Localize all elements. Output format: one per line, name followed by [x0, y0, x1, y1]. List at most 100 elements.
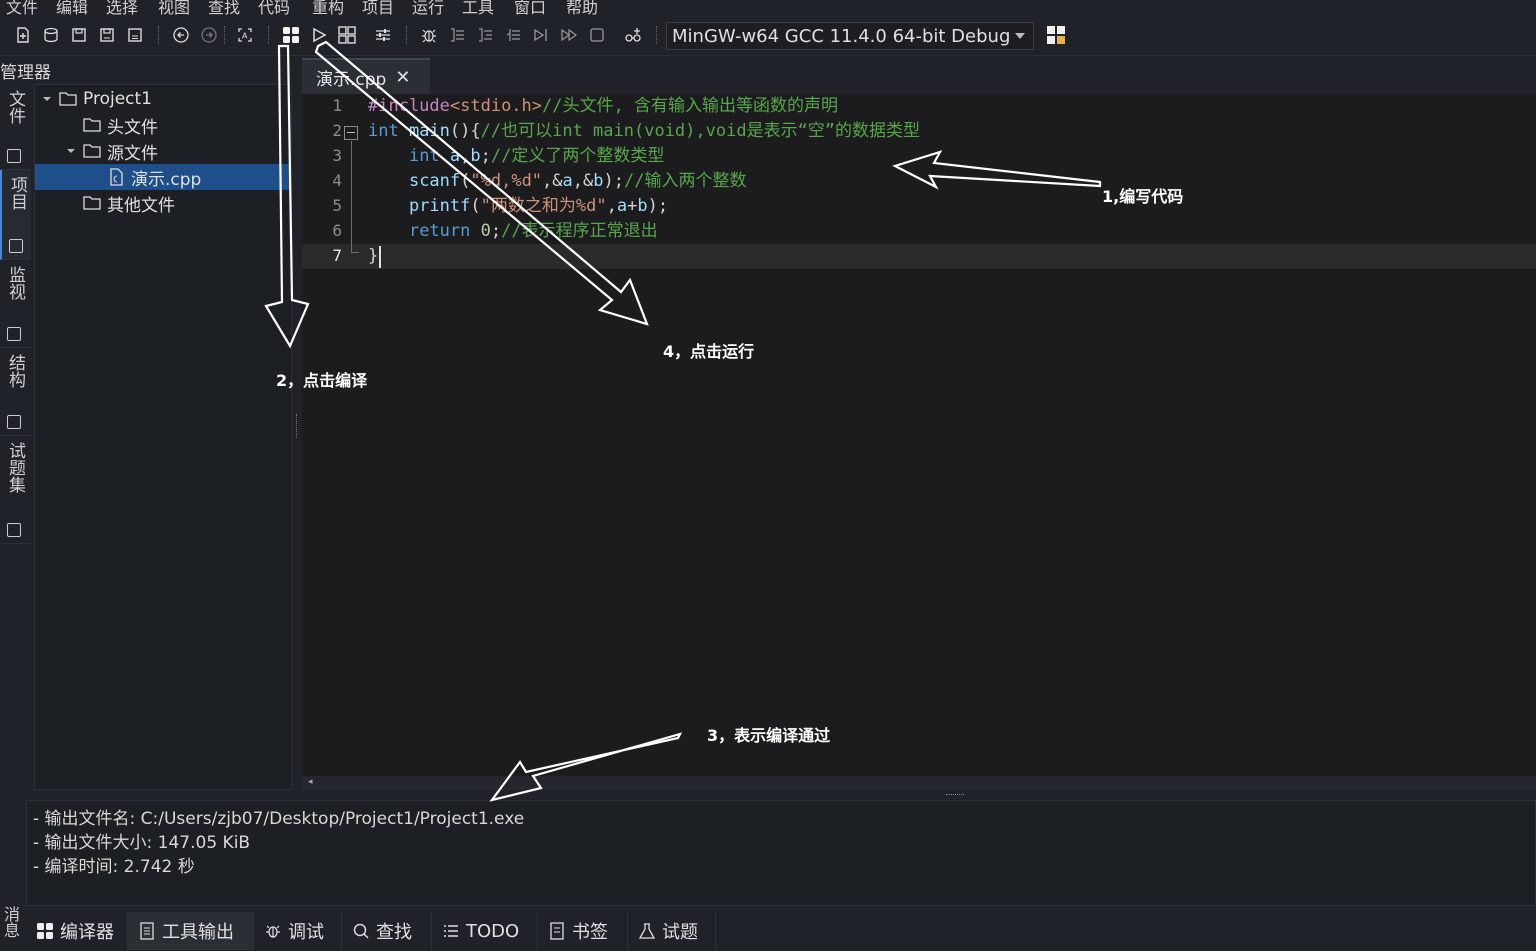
code-editor[interactable]: #include<stdio.h>//头文件, 含有输入输出等函数的声明 int …	[302, 94, 1536, 776]
tree-item-label: 其他文件	[107, 195, 175, 216]
zoom-icon[interactable]: A	[234, 24, 256, 46]
message-line: - 输出文件大小: 147.05 KiB	[33, 833, 251, 853]
menu-item-8[interactable]: 运行	[412, 0, 444, 16]
bottom-tab-search[interactable]: 查找	[342, 912, 432, 950]
bottom-tab-problem[interactable]: 试题	[628, 912, 716, 950]
chevron-down-icon	[1015, 33, 1025, 39]
toolbar-separator	[158, 26, 160, 44]
messages-splitter[interactable]	[946, 794, 964, 797]
bottom-tab-label: 工具输出	[162, 922, 234, 943]
step-out-icon[interactable]	[502, 24, 524, 46]
menu-item-0[interactable]: 文件	[6, 0, 38, 16]
watch-icon	[7, 327, 21, 341]
fold-guide-end	[351, 252, 359, 253]
menu-item-10[interactable]: 窗口	[514, 0, 546, 16]
code-line[interactable]: int a,b;//定义了两个整数类型	[368, 144, 664, 169]
folder-icon	[83, 194, 101, 212]
problem-icon	[638, 922, 656, 940]
bottom-tab-debug[interactable]: 调试	[254, 912, 342, 950]
tree-item-folder[interactable]: 其他文件	[35, 190, 291, 216]
side-tab-4[interactable]: 试题集	[0, 436, 31, 544]
compiler-select[interactable]: MinGW-w64 GCC 11.4.0 64-bit Debug	[666, 22, 1034, 50]
side-tab-2[interactable]: 监视	[0, 260, 31, 348]
code-line[interactable]: printf("两数之和为%d",a+b);	[368, 194, 668, 219]
editor-tab[interactable]: 演示.cpp ✕	[302, 58, 430, 94]
toolbar-separator	[406, 26, 408, 44]
chevron-down-icon[interactable]	[41, 93, 53, 105]
menu-item-2[interactable]: 选择	[106, 0, 138, 16]
forward-icon[interactable]	[198, 24, 220, 46]
tree-item-file[interactable]: 演示.cpp	[35, 164, 291, 190]
horizontal-scrollbar[interactable]: ◂	[302, 776, 1536, 790]
bottom-tab-tool-output[interactable]: 工具输出	[128, 912, 254, 950]
code-line[interactable]: #include<stdio.h>//头文件, 含有输入输出等函数的声明	[368, 94, 838, 119]
bottom-tab-label: 书签	[572, 922, 608, 943]
code-line[interactable]: int main(){//也可以int main(void),void是表示“空…	[368, 119, 920, 144]
editor-tab-label: 演示.cpp	[316, 69, 387, 90]
bottom-tab-compiler[interactable]: 编译器	[26, 912, 128, 950]
code-line[interactable]: return 0;//表示程序正常退出	[368, 219, 658, 244]
tree-item-folder[interactable]: 头文件	[35, 112, 291, 138]
add-watch-icon[interactable]	[622, 24, 644, 46]
line-number: 2	[332, 121, 342, 140]
toolbar: A MinGW-w64 GCC 11.4.0 64-bit Debug	[0, 16, 1536, 56]
bottom-tab-bookmark[interactable]: 书签	[538, 912, 628, 950]
compiler-options-icon[interactable]	[1045, 24, 1067, 46]
code-token: ,	[460, 146, 471, 166]
tree-item-folder[interactable]: 源文件	[35, 138, 291, 164]
chevron-down-icon[interactable]	[65, 145, 77, 157]
compile-icon[interactable]	[280, 24, 302, 46]
project-icon	[9, 239, 23, 253]
menu-item-3[interactable]: 视图	[158, 0, 190, 16]
toolbar-separator	[656, 26, 658, 44]
menu-item-11[interactable]: 帮助	[566, 0, 598, 16]
code-token: <stdio.h>	[449, 96, 543, 116]
side-tab-0[interactable]: 文件	[0, 84, 31, 170]
tree-item-project[interactable]: Project1	[35, 86, 291, 112]
options-icon[interactable]	[372, 24, 394, 46]
bottom-tab-label: 调试	[288, 922, 324, 943]
menu-item-1[interactable]: 编辑	[56, 0, 88, 16]
save-all-icon[interactable]	[96, 24, 118, 46]
line-number: 6	[332, 221, 342, 240]
panel-splitter[interactable]	[296, 414, 300, 438]
close-icon[interactable]: ✕	[395, 67, 410, 88]
message-line: - 编译时间: 2.742 秒	[33, 857, 195, 877]
open-icon[interactable]	[40, 24, 62, 46]
menu-item-7[interactable]: 项目	[362, 0, 394, 16]
run-icon[interactable]	[308, 24, 330, 46]
stop-icon[interactable]	[586, 24, 608, 46]
code-line[interactable]: }	[368, 244, 378, 269]
step-icon[interactable]	[446, 24, 468, 46]
code-token: #include	[368, 96, 450, 116]
fold-toggle-icon[interactable]	[344, 126, 358, 140]
side-tab-label: 监视	[5, 266, 25, 300]
line-number: 5	[332, 196, 342, 215]
close-icon[interactable]	[124, 24, 146, 46]
continue-icon[interactable]	[558, 24, 580, 46]
step-into-icon[interactable]	[474, 24, 496, 46]
code-line[interactable]: scanf("%d,%d",&a,&b);//输入两个整数	[368, 169, 747, 194]
menu-item-6[interactable]: 重构	[312, 0, 344, 16]
compile-run-icon[interactable]	[336, 24, 358, 46]
code-token: ,&	[542, 171, 563, 191]
messages-side-label[interactable]: 消息	[0, 906, 22, 951]
toolbar-separator	[268, 26, 270, 44]
back-icon[interactable]	[170, 24, 192, 46]
new-file-icon[interactable]	[12, 24, 34, 46]
current-line-highlight	[302, 244, 1536, 269]
todo-icon	[442, 922, 460, 940]
menu-item-4[interactable]: 查找	[208, 0, 240, 16]
run-to-cursor-icon[interactable]	[530, 24, 552, 46]
line-number: 3	[332, 146, 342, 165]
side-tab-3[interactable]: 结构	[0, 348, 31, 436]
menu-item-9[interactable]: 工具	[462, 0, 494, 16]
scroll-left-icon[interactable]: ◂	[308, 777, 313, 787]
menu-item-5[interactable]: 代码	[258, 0, 290, 16]
side-tab-1[interactable]: 项目	[0, 170, 31, 260]
debug-icon[interactable]	[418, 24, 440, 46]
save-icon[interactable]	[68, 24, 90, 46]
bottom-tab-todo[interactable]: TODO	[432, 912, 538, 950]
code-token: main	[408, 121, 450, 141]
